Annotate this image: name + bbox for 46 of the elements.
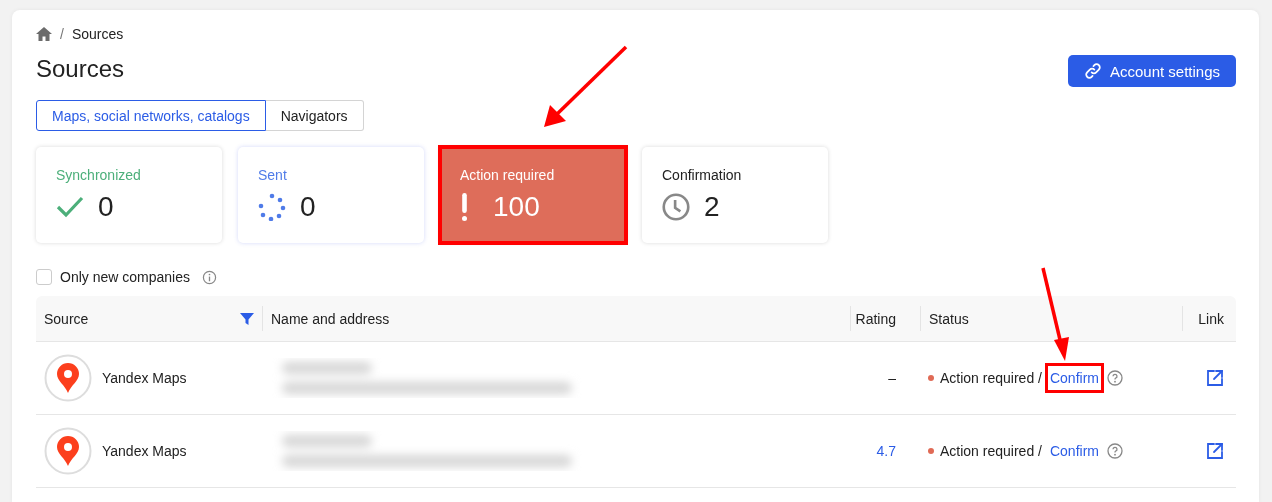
loading-icon [258,193,286,221]
confirm-link[interactable]: Confirm [1047,366,1101,390]
breadcrumb-separator: / [60,26,64,42]
rating: – [888,370,896,386]
clock-icon [662,193,690,221]
checkbox-label: Only new companies [60,269,190,285]
confirm-link[interactable]: Confirm [1047,439,1101,463]
column-header: Rating [855,310,896,327]
status-text: Action required / [940,443,1042,459]
column-header: Status [929,310,969,327]
exclamation-icon [462,193,467,221]
tab[interactable]: Navigators [265,100,364,131]
card-label: Confirmation [662,167,743,183]
breadcrumb-current: Sources [71,26,124,42]
rating[interactable]: 4.7 [876,443,896,459]
status-text: Action required / [940,370,1042,386]
column-header: Link [1198,310,1224,327]
status-card[interactable]: Synchronized 0 [36,147,222,243]
status-card[interactable]: Sent 0 [238,147,424,243]
column-header: Name and address [271,310,390,327]
column-header: Source [44,310,89,327]
map-pin-icon [44,354,92,402]
card-label: Synchronized [56,167,142,183]
card-label: Action required [460,167,556,183]
card-count: 0 [300,191,316,223]
card-count: 0 [98,191,114,223]
status-card[interactable]: Action required 100 [440,147,626,243]
help-icon[interactable] [1106,443,1123,459]
card-count: 2 [704,191,720,223]
help-icon[interactable] [1106,370,1123,386]
info-icon[interactable] [201,269,217,285]
page-title: Sources [36,55,125,83]
external-link-icon[interactable] [1206,442,1224,460]
checkbox[interactable] [36,269,52,285]
external-link-icon[interactable] [1206,369,1224,387]
tab[interactable]: Maps, social networks, catalogs [36,100,266,131]
source-name: Yandex Maps [102,370,187,386]
account-settings-button[interactable]: Account settings [1067,55,1236,87]
card-count: 100 [493,191,540,223]
card-label: Sent [258,167,288,183]
filter-icon[interactable] [240,312,254,325]
map-pin-icon [44,427,92,475]
source-name: Yandex Maps [102,443,187,459]
status-card[interactable]: Confirmation 2 [642,147,828,243]
home-icon[interactable] [36,27,52,41]
link-icon [1083,62,1102,80]
